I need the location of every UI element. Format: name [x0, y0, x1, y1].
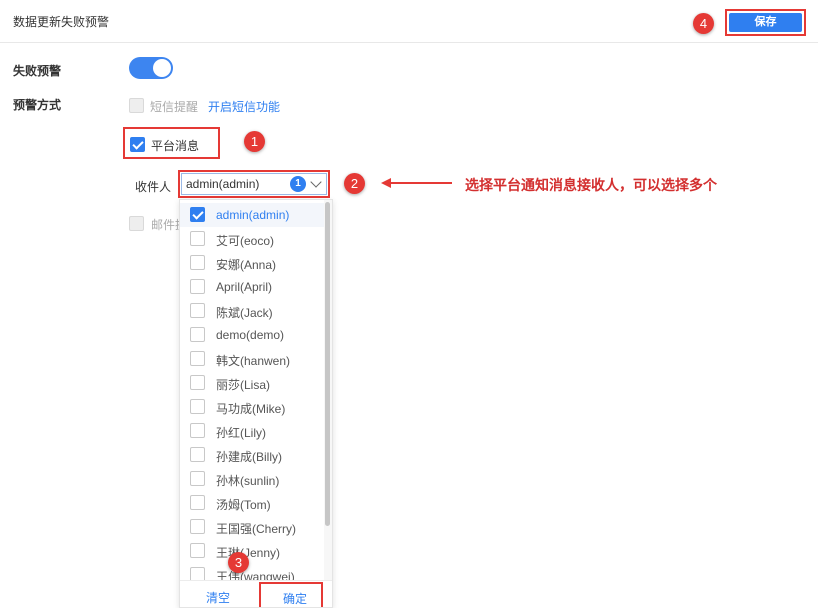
- option-checkbox[interactable]: [190, 303, 205, 318]
- toggle-knob: [153, 59, 171, 77]
- option-label: 马功成(Mike): [216, 402, 286, 416]
- sms-checkbox[interactable]: [129, 98, 144, 113]
- option-label: 孙建成(Billy): [216, 450, 282, 464]
- recipient-option[interactable]: 丽莎(Lisa): [180, 371, 324, 395]
- option-checkbox[interactable]: [190, 567, 205, 580]
- option-checkbox[interactable]: [190, 519, 205, 534]
- step-marker-1: 1: [244, 131, 265, 152]
- option-checkbox[interactable]: [190, 543, 205, 558]
- enable-sms-link[interactable]: 开启短信功能: [208, 98, 280, 115]
- recipient-select[interactable]: admin(admin) 1: [181, 173, 327, 195]
- annotation-text: 选择平台通知消息接收人，可以选择多个: [465, 178, 717, 194]
- clear-button[interactable]: 清空: [206, 589, 230, 606]
- option-label: 孙林(sunlin): [216, 474, 280, 488]
- dropdown-scrollbar[interactable]: [324, 200, 332, 580]
- option-label: demo(demo): [216, 328, 285, 342]
- option-label: admin(admin): [216, 208, 290, 222]
- sms-label: 短信提醒: [150, 100, 199, 114]
- recipient-label: 收件人: [135, 180, 172, 194]
- option-checkbox[interactable]: [190, 207, 205, 222]
- option-label: April(April): [216, 280, 273, 294]
- option-checkbox[interactable]: [190, 279, 205, 294]
- step-marker-3: 3: [228, 552, 249, 573]
- recipient-count-badge: 1: [290, 176, 306, 192]
- option-label: 安娜(Anna): [216, 258, 277, 272]
- recipient-option[interactable]: admin(admin): [180, 203, 324, 227]
- option-checkbox[interactable]: [190, 495, 205, 510]
- option-checkbox[interactable]: [190, 447, 205, 462]
- recipient-option[interactable]: 马功成(Mike): [180, 395, 324, 419]
- recipient-option[interactable]: 王国强(Cherry): [180, 515, 324, 539]
- option-label: 陈斌(Jack): [216, 306, 273, 320]
- option-label: 艾可(eoco): [216, 234, 275, 248]
- option-label: 韩文(hanwen): [216, 354, 291, 368]
- option-label: 孙红(Lily): [216, 426, 266, 440]
- option-checkbox[interactable]: [190, 231, 205, 246]
- confirm-highlight-box: 确定: [259, 582, 323, 607]
- recipient-option[interactable]: 王伟(wangwei): [180, 563, 324, 580]
- annotation-arrow-line: [390, 182, 452, 184]
- alert-method-label: 预警方式: [13, 98, 62, 112]
- option-label: 汤姆(Tom): [216, 498, 271, 512]
- fail-alert-toggle[interactable]: [129, 57, 173, 79]
- recipient-option[interactable]: 王琳(Jenny): [180, 539, 324, 563]
- recipient-option-list: admin(admin) 艾可(eoco) 安娜(Anna) April(April)…: [180, 203, 324, 580]
- option-checkbox[interactable]: [190, 423, 205, 438]
- save-highlight-box: 保存: [725, 9, 806, 36]
- option-label: 丽莎(Lisa): [216, 378, 271, 392]
- platform-message-checkbox[interactable]: [130, 137, 145, 152]
- recipient-option[interactable]: 孙建成(Billy): [180, 443, 324, 467]
- recipient-option[interactable]: April(April): [180, 275, 324, 299]
- option-checkbox[interactable]: [190, 327, 205, 342]
- step-marker-2: 2: [344, 173, 365, 194]
- confirm-button[interactable]: 确定: [283, 590, 307, 607]
- option-checkbox[interactable]: [190, 399, 205, 414]
- recipient-dropdown: admin(admin) 艾可(eoco) 安娜(Anna) April(April)…: [179, 199, 333, 608]
- option-label: 王国强(Cherry): [216, 522, 296, 536]
- recipient-option[interactable]: 汤姆(Tom): [180, 491, 324, 515]
- save-button[interactable]: 保存: [729, 13, 802, 32]
- option-checkbox[interactable]: [190, 255, 205, 270]
- recipient-option[interactable]: 陈斌(Jack): [180, 299, 324, 323]
- recipient-option[interactable]: 艾可(eoco): [180, 227, 324, 251]
- email-checkbox[interactable]: [129, 216, 144, 231]
- option-checkbox[interactable]: [190, 375, 205, 390]
- recipient-option[interactable]: 安娜(Anna): [180, 251, 324, 275]
- recipient-selected-value: admin(admin): [186, 177, 260, 191]
- chevron-down-icon: [310, 176, 322, 188]
- scrollbar-thumb[interactable]: [325, 202, 330, 526]
- option-checkbox[interactable]: [190, 351, 205, 366]
- fail-alert-label: 失败预警: [13, 64, 62, 78]
- page-title: 数据更新失败预警: [13, 15, 110, 29]
- option-checkbox[interactable]: [190, 471, 205, 486]
- recipient-option[interactable]: 孙林(sunlin): [180, 467, 324, 491]
- recipient-option[interactable]: 韩文(hanwen): [180, 347, 324, 371]
- recipient-option[interactable]: 孙红(Lily): [180, 419, 324, 443]
- option-label: 王伟(wangwei): [216, 570, 295, 580]
- step-marker-4: 4: [693, 13, 714, 34]
- recipient-option[interactable]: demo(demo): [180, 323, 324, 347]
- dropdown-footer: 清空 确定: [180, 580, 332, 607]
- platform-message-label: 平台消息: [151, 139, 200, 153]
